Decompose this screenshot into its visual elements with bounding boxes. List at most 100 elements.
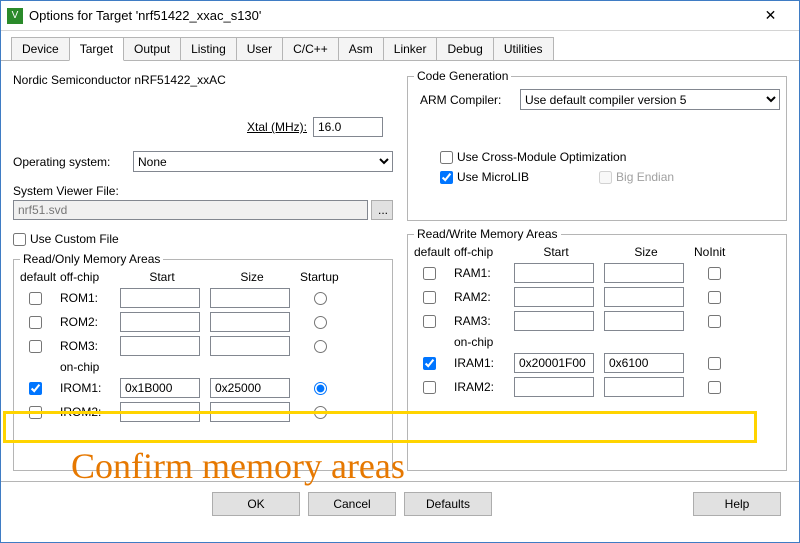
- tab-cpp[interactable]: C/C++: [282, 37, 339, 60]
- rom1-start[interactable]: [120, 288, 200, 308]
- tab-target[interactable]: Target: [69, 37, 124, 61]
- irom2-size[interactable]: [210, 402, 290, 422]
- crossmod-check[interactable]: [440, 151, 453, 164]
- rom-fieldset: Read/Only Memory Areas default off-chip …: [13, 252, 393, 471]
- iram2-size[interactable]: [604, 377, 684, 397]
- compiler-select[interactable]: Use default compiler version 5: [520, 89, 780, 110]
- tab-listing[interactable]: Listing: [180, 37, 237, 60]
- codegen-fieldset: Code Generation ARM Compiler: Use defaul…: [407, 69, 787, 221]
- tab-asm[interactable]: Asm: [338, 37, 384, 60]
- app-icon: V: [7, 8, 23, 24]
- content: Nordic Semiconductor nRF51422_xxAC Xtal …: [1, 61, 799, 481]
- device-label: Nordic Semiconductor nRF51422_xxAC: [13, 73, 226, 87]
- ram2-label: RAM2:: [454, 290, 508, 304]
- os-select[interactable]: None: [133, 151, 393, 172]
- ok-button[interactable]: OK: [212, 492, 300, 516]
- defaults-button[interactable]: Defaults: [404, 492, 492, 516]
- irom2-default[interactable]: [29, 406, 42, 419]
- tab-output[interactable]: Output: [123, 37, 181, 60]
- svf-input: [13, 200, 368, 220]
- rom-grid: default off-chip Start Size Startup ROM1…: [20, 270, 386, 422]
- ram-hdr-size: Size: [604, 245, 688, 259]
- irom1-label: IROM1:: [60, 381, 114, 395]
- rom3-default[interactable]: [29, 340, 42, 353]
- iram2-default[interactable]: [423, 381, 436, 394]
- help-button[interactable]: Help: [693, 492, 781, 516]
- ram3-start[interactable]: [514, 311, 594, 331]
- tab-user[interactable]: User: [236, 37, 283, 60]
- rom3-startup[interactable]: [314, 340, 327, 353]
- xtal-label: Xtal (MHz):: [247, 120, 307, 134]
- irom2-start[interactable]: [120, 402, 200, 422]
- irom1-size[interactable]: [210, 378, 290, 398]
- ram1-default[interactable]: [423, 267, 436, 280]
- iram1-noinit[interactable]: [708, 357, 721, 370]
- irom2-startup[interactable]: [314, 406, 327, 419]
- microlib-check[interactable]: [440, 171, 453, 184]
- ram-hdr-offchip: off-chip: [454, 245, 508, 259]
- ram-grid: default off-chip Start Size NoInit RAM1:…: [414, 245, 780, 397]
- iram1-default[interactable]: [423, 357, 436, 370]
- svf-browse[interactable]: ...: [371, 200, 393, 220]
- window-title: Options for Target 'nrf51422_xxac_s130': [29, 8, 748, 23]
- ram3-noinit[interactable]: [708, 315, 721, 328]
- rom3-label: ROM3:: [60, 339, 114, 353]
- xtal-input[interactable]: [313, 117, 383, 137]
- tab-debug[interactable]: Debug: [436, 37, 493, 60]
- rom-hdr-start: Start: [120, 270, 204, 284]
- rom1-size[interactable]: [210, 288, 290, 308]
- titlebar: V Options for Target 'nrf51422_xxac_s130…: [1, 1, 799, 31]
- irom1-start[interactable]: [120, 378, 200, 398]
- iram1-label: IRAM1:: [454, 356, 508, 370]
- ram1-label: RAM1:: [454, 266, 508, 280]
- rom2-start[interactable]: [120, 312, 200, 332]
- rom-hdr-size: Size: [210, 270, 294, 284]
- ram-hdr-default: default: [414, 245, 448, 259]
- rom1-label: ROM1:: [60, 291, 114, 305]
- rom2-startup[interactable]: [314, 316, 327, 329]
- irom1-default[interactable]: [29, 382, 42, 395]
- compiler-label: ARM Compiler:: [420, 93, 520, 107]
- ram2-default[interactable]: [423, 291, 436, 304]
- left-column: Nordic Semiconductor nRF51422_xxAC Xtal …: [13, 69, 393, 477]
- tab-linker[interactable]: Linker: [383, 37, 438, 60]
- ram-hdr-onchip: on-chip: [454, 335, 508, 349]
- ram1-size[interactable]: [604, 263, 684, 283]
- tab-device[interactable]: Device: [11, 37, 70, 60]
- use-custom-file-label: Use Custom File: [30, 232, 119, 246]
- ram-hdr-noinit: NoInit: [694, 245, 738, 259]
- tab-utilities[interactable]: Utilities: [493, 37, 554, 60]
- rom1-default[interactable]: [29, 292, 42, 305]
- close-button[interactable]: ✕: [748, 2, 793, 30]
- rom-hdr-default: default: [20, 270, 54, 284]
- use-custom-file-check[interactable]: [13, 233, 26, 246]
- ram1-start[interactable]: [514, 263, 594, 283]
- ram1-noinit[interactable]: [708, 267, 721, 280]
- rom-legend: Read/Only Memory Areas: [20, 252, 163, 266]
- ram3-size[interactable]: [604, 311, 684, 331]
- iram1-size[interactable]: [604, 353, 684, 373]
- irom1-startup[interactable]: [314, 382, 327, 395]
- cancel-button[interactable]: Cancel: [308, 492, 396, 516]
- rom2-size[interactable]: [210, 312, 290, 332]
- ram2-size[interactable]: [604, 287, 684, 307]
- codegen-legend: Code Generation: [414, 69, 511, 83]
- right-column: Code Generation ARM Compiler: Use defaul…: [407, 69, 787, 477]
- ram-legend: Read/Write Memory Areas: [414, 227, 561, 241]
- bigendian-check: [599, 171, 612, 184]
- tabstrip: Device Target Output Listing User C/C++ …: [1, 31, 799, 61]
- rom3-size[interactable]: [210, 336, 290, 356]
- ram3-default[interactable]: [423, 315, 436, 328]
- rom1-startup[interactable]: [314, 292, 327, 305]
- os-label: Operating system:: [13, 155, 133, 169]
- rom3-start[interactable]: [120, 336, 200, 356]
- iram2-noinit[interactable]: [708, 381, 721, 394]
- ram2-noinit[interactable]: [708, 291, 721, 304]
- rom2-default[interactable]: [29, 316, 42, 329]
- iram2-start[interactable]: [514, 377, 594, 397]
- ram2-start[interactable]: [514, 287, 594, 307]
- microlib-label: Use MicroLIB: [457, 170, 529, 184]
- bottombar: OK Cancel Defaults Help: [1, 481, 799, 525]
- iram1-start[interactable]: [514, 353, 594, 373]
- ram-fieldset: Read/Write Memory Areas default off-chip…: [407, 227, 787, 471]
